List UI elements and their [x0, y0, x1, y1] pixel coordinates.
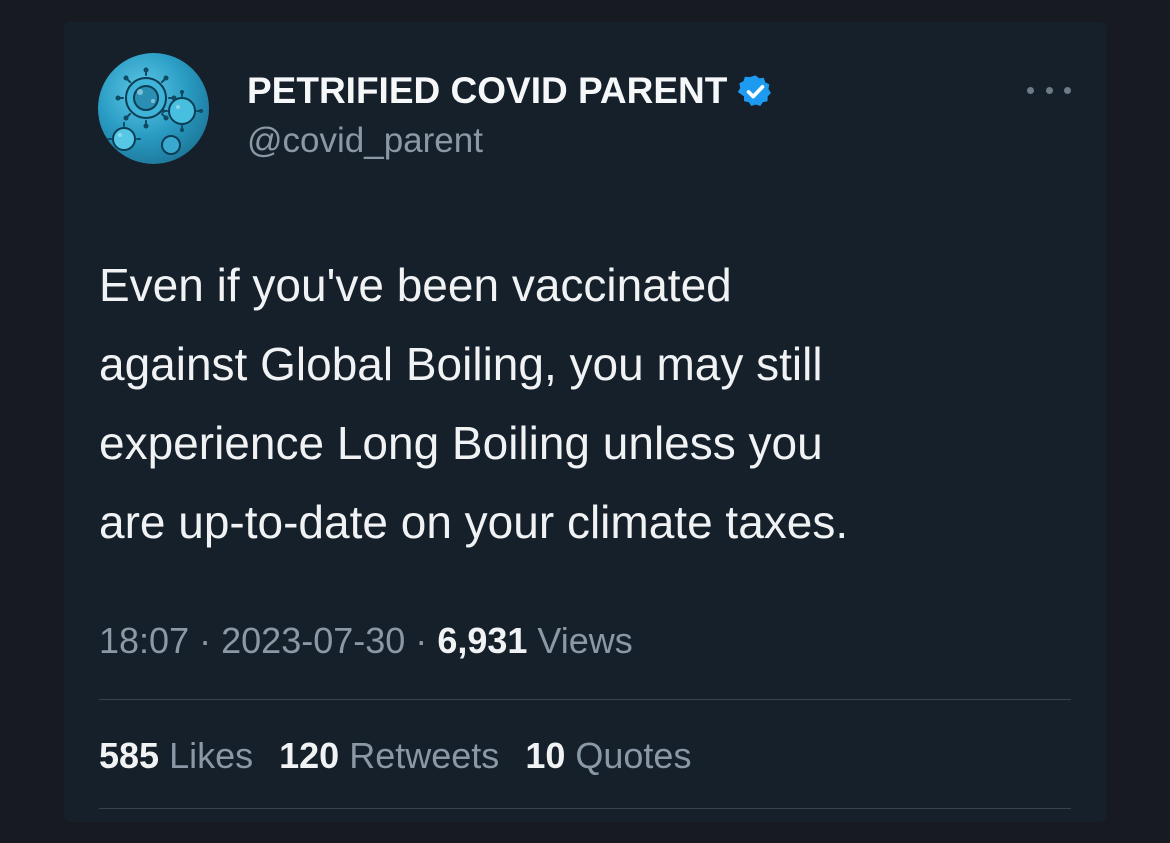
meta-separator: ·: [199, 620, 212, 661]
tweet-meta: 18:07 · 2023-07-30 · 6,931 Views: [99, 620, 633, 662]
more-options-icon[interactable]: [1027, 80, 1071, 100]
quotes-label: Quotes: [575, 735, 692, 776]
retweets-label: Retweets: [349, 735, 500, 776]
more-dot: [1045, 86, 1053, 94]
divider: [99, 699, 1071, 700]
more-dot: [1027, 86, 1034, 94]
retweets-count: 120: [279, 735, 340, 776]
author-handle[interactable]: @covid_parent: [247, 121, 483, 161]
likes-count: 585: [99, 735, 160, 776]
views-label: Views: [537, 620, 633, 661]
tweet-time[interactable]: 18:07: [99, 620, 189, 661]
likes-stat[interactable]: 585 Likes: [99, 735, 253, 777]
views-count: 6,931: [437, 620, 528, 661]
avatar[interactable]: [98, 53, 209, 164]
verified-badge-icon: [738, 74, 772, 106]
tweet-date[interactable]: 2023-07-30: [221, 620, 405, 661]
tweet-text: Even if you've been vaccinated against G…: [99, 259, 849, 548]
retweets-stat[interactable]: 120 Retweets: [279, 735, 499, 777]
quotes-count: 10: [525, 735, 566, 776]
display-name-text: PETRIFIED COVID PARENT: [247, 70, 728, 111]
meta-separator: ·: [415, 620, 428, 661]
author-display-name[interactable]: PETRIFIED COVID PARENT: [247, 70, 774, 112]
more-dot: [1064, 86, 1071, 94]
likes-label: Likes: [169, 735, 254, 776]
tweet-stats: 585 Likes 120 Retweets 10 Quotes: [99, 735, 691, 777]
quotes-stat[interactable]: 10 Quotes: [525, 735, 691, 777]
virus-illustration-icon: [107, 67, 203, 155]
divider: [99, 808, 1071, 809]
